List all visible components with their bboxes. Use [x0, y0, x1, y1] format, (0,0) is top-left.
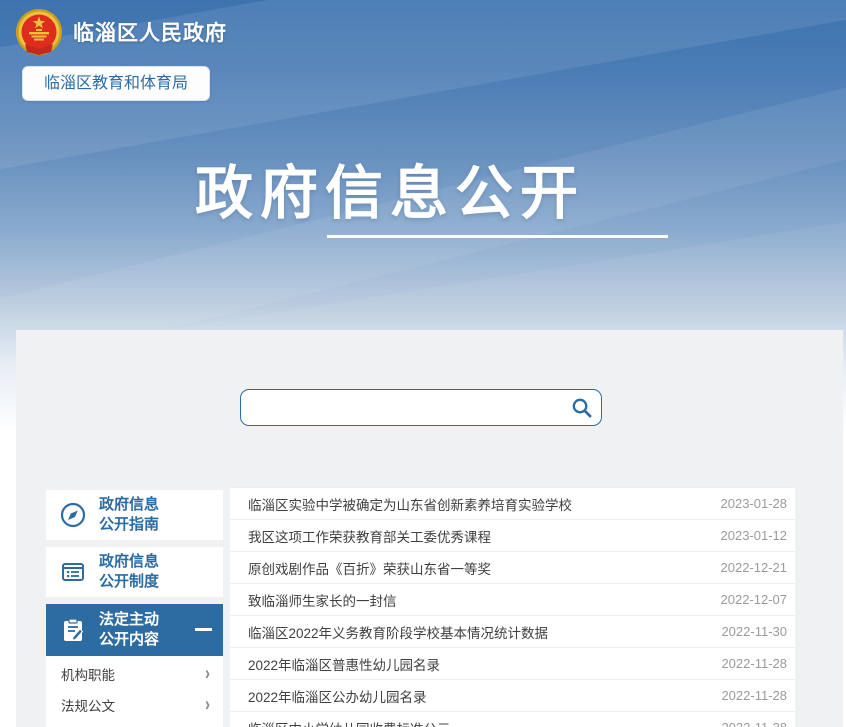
sidebar-item[interactable]: 政府信息公开指南	[46, 490, 223, 540]
news-title: 我区这项工作荣获教育部关工委优秀课程	[248, 526, 491, 546]
news-row[interactable]: 临淄区实验中学被确定为山东省创新素养培育实验学校 2023-01-28	[230, 487, 795, 519]
sidebar-subitem-label: 法规公文	[61, 695, 115, 715]
national-emblem-icon	[15, 8, 63, 56]
news-date: 2022-12-07	[709, 592, 788, 607]
chevron-right-icon: ›	[205, 693, 210, 715]
search-bar	[240, 389, 602, 426]
site-header: 临淄区人民政府	[15, 8, 227, 56]
department-button[interactable]: 临淄区教育和体育局	[22, 66, 210, 101]
minus-icon	[195, 628, 212, 631]
news-row[interactable]: 2022年临淄区公办幼儿园名录 2022-11-28	[230, 679, 795, 711]
news-date: 2022-11-28	[709, 688, 787, 703]
banner-underline	[327, 235, 668, 238]
news-title: 2022年临淄区普惠性幼儿园名录	[248, 654, 440, 674]
news-row[interactable]: 致临淄师生家长的一封信 2022-12-07	[230, 583, 795, 615]
banner-title: 政府信息公开	[160, 146, 620, 230]
sidebar-item-label: 政府信息公开指南	[99, 495, 159, 535]
news-title: 临淄区实验中学被确定为山东省创新素养培育实验学校	[248, 494, 572, 514]
document-icon	[59, 558, 87, 586]
sidebar-subitem[interactable]: 法规公文 ›	[46, 689, 223, 720]
search-input[interactable]	[240, 389, 602, 426]
news-row[interactable]: 我区这项工作荣获教育部关工委优秀课程 2023-01-12	[230, 519, 795, 551]
news-title: 2022年临淄区公办幼儿园名录	[248, 686, 427, 706]
sidebar-submenu: 机构职能 › 法规公文 ›	[46, 656, 223, 727]
news-row[interactable]: 临淄区2022年义务教育阶段学校基本情况统计数据 2022-11-30	[230, 615, 795, 647]
sidebar-item[interactable]: 政府信息公开制度	[46, 547, 223, 597]
search-icon[interactable]	[570, 396, 593, 419]
news-date: 2023-01-28	[709, 496, 788, 511]
compass-icon	[59, 501, 87, 529]
news-row[interactable]: 临淄区中小学幼儿园收费标准公示 2022-11-28	[230, 711, 795, 727]
content-panel: 政府信息公开指南政府信息公开制度法定主动公开内容机构职能 › 法规公文 › 临淄区实验…	[16, 330, 843, 727]
news-date: 2022-11-28	[709, 656, 787, 671]
news-date: 2022-11-28	[709, 720, 787, 727]
news-date: 2022-12-21	[709, 560, 788, 575]
chevron-right-icon: ›	[205, 662, 210, 684]
news-row[interactable]: 2022年临淄区普惠性幼儿园名录 2022-11-28	[230, 647, 795, 679]
news-date: 2022-11-30	[709, 624, 787, 639]
sidebar-item-label: 法定主动公开内容	[99, 610, 159, 650]
sidebar-subitem[interactable]: 机构职能 ›	[46, 658, 223, 689]
site-title: 临淄区人民政府	[73, 17, 227, 47]
sidebar-item-label: 政府信息公开制度	[99, 552, 159, 592]
page: 临淄区人民政府 临淄区教育和体育局 政府信息公开 政府信息公开指南政府信息公开制…	[0, 0, 846, 727]
sidebar-subitem-label: 机构职能	[61, 664, 115, 684]
news-title: 原创戏剧作品《百折》荣获山东省一等奖	[248, 558, 491, 578]
sidebar-item[interactable]: 法定主动公开内容	[46, 604, 223, 656]
news-title: 致临淄师生家长的一封信	[248, 590, 397, 610]
news-row[interactable]: 原创戏剧作品《百折》荣获山东省一等奖 2022-12-21	[230, 551, 795, 583]
news-title: 临淄区2022年义务教育阶段学校基本情况统计数据	[248, 622, 548, 642]
news-date: 2023-01-12	[709, 528, 788, 543]
news-list: 临淄区实验中学被确定为山东省创新素养培育实验学校 2023-01-28 我区这项工作…	[230, 487, 795, 727]
sidebar-menu: 政府信息公开指南政府信息公开制度法定主动公开内容机构职能 › 法规公文 ›	[46, 490, 223, 727]
news-title: 临淄区中小学幼儿园收费标准公示	[248, 718, 451, 727]
clipboard-icon	[59, 616, 87, 644]
